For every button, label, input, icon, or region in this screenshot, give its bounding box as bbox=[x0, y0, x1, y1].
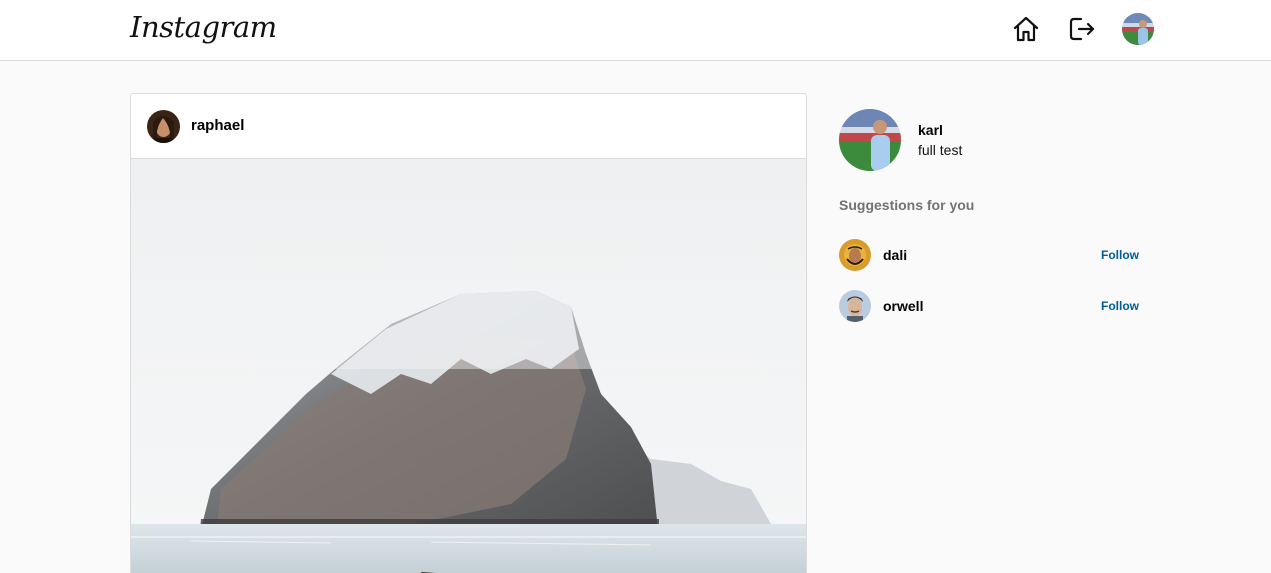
suggestion-item: dali Follow bbox=[839, 239, 1139, 271]
suggestion-item: orwell Follow bbox=[839, 290, 1139, 322]
post-image[interactable] bbox=[131, 159, 806, 573]
post-username[interactable]: raphael bbox=[191, 117, 244, 134]
suggestion-username[interactable]: orwell bbox=[883, 298, 923, 314]
nav-profile-avatar[interactable] bbox=[1122, 13, 1154, 45]
post-author-avatar[interactable] bbox=[147, 110, 180, 143]
post-card: raphael bbox=[130, 93, 807, 573]
top-navbar: Instagram bbox=[0, 0, 1271, 61]
suggestions-heading: Suggestions for you bbox=[839, 197, 975, 213]
home-icon[interactable] bbox=[1011, 14, 1041, 44]
logout-icon[interactable] bbox=[1067, 14, 1097, 44]
follow-button[interactable]: Follow bbox=[1101, 299, 1139, 313]
current-user-fullname: full test bbox=[918, 142, 963, 158]
suggestion-username[interactable]: dali bbox=[883, 247, 907, 263]
follow-button[interactable]: Follow bbox=[1101, 248, 1139, 262]
current-user-avatar[interactable] bbox=[839, 109, 901, 171]
post-header: raphael bbox=[131, 94, 806, 159]
suggestion-avatar[interactable] bbox=[839, 290, 871, 322]
instagram-logo[interactable]: Instagram bbox=[130, 10, 277, 44]
current-user-username[interactable]: karl bbox=[918, 122, 943, 138]
suggestion-avatar[interactable] bbox=[839, 239, 871, 271]
